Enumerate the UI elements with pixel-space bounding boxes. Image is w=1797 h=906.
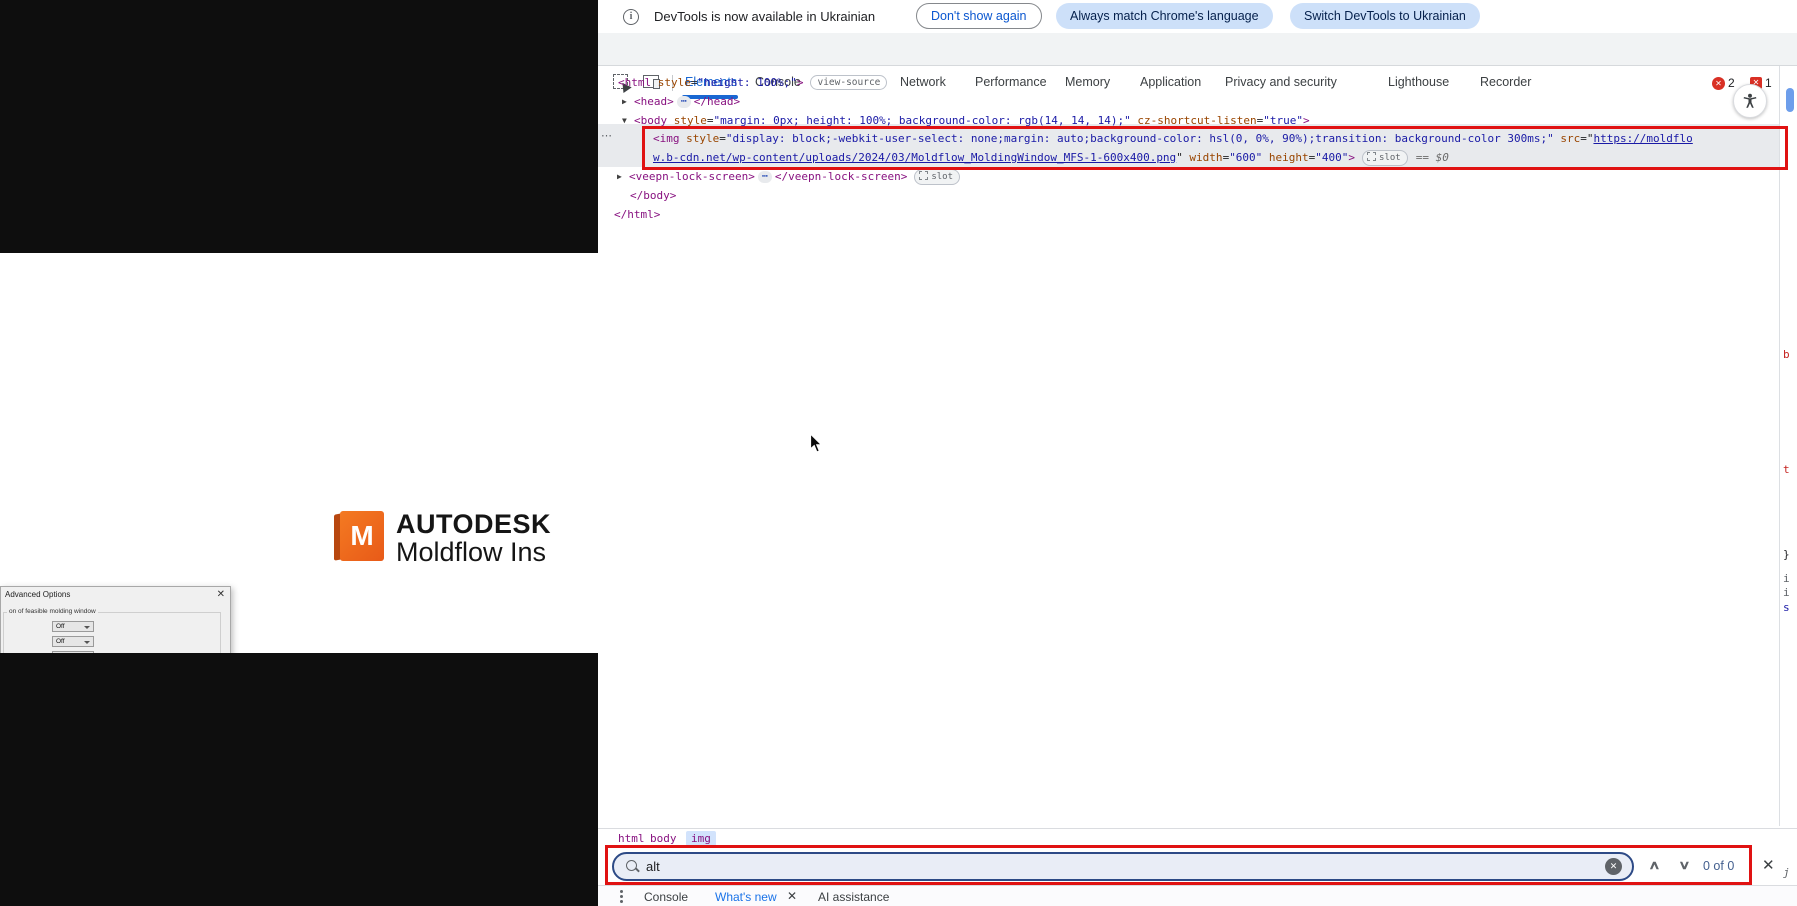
dom-tree-line[interactable]: <img style="display: block;-webkit-user-… — [653, 129, 1693, 148]
drawer-tab-ai-assistance[interactable]: AI assistance — [818, 890, 889, 904]
styles-pane-fragment: i — [1783, 586, 1790, 599]
styles-pane-fragment: } — [1783, 548, 1790, 561]
row-dropdown[interactable]: Off — [52, 636, 94, 647]
devtools-tabbar: ✕ 2 ✕ 1 ElementsConsoleSourcesNetworkPer… — [598, 33, 1797, 99]
expand-arrow-icon[interactable]: ▼ — [622, 111, 634, 130]
search-icon — [626, 860, 637, 871]
devtools-panel: i DevTools is now available in Ukrainian… — [598, 0, 1797, 906]
search-input[interactable]: alt ✕ — [612, 852, 1634, 881]
dom-tree-line[interactable]: </body> — [630, 186, 676, 205]
slot-badge[interactable]: slot — [1362, 150, 1408, 166]
styles-pane-fragment: i — [1783, 572, 1790, 585]
dom-tree-line[interactable]: w.b-cdn.net/wp-content/uploads/2024/03/M… — [653, 148, 1449, 167]
next-match-icon[interactable]: ∨ — [1678, 858, 1690, 872]
advanced-options-dialog: Advanced Options ✕ on of feasible moldin… — [0, 586, 231, 653]
collapsed-children-icon[interactable]: ⋯ — [676, 96, 691, 108]
group-label: on of feasible molding window — [7, 608, 98, 615]
breadcrumb-item-html[interactable]: html — [618, 832, 645, 845]
dialog-group: on of feasible molding windowOffOffrop l… — [3, 608, 221, 653]
info-icon: i — [623, 9, 639, 25]
accessibility-icon — [1743, 93, 1757, 108]
styles-pane-fragment: b — [1783, 348, 1790, 361]
previous-match-icon[interactable]: ∧ — [1648, 858, 1660, 872]
styles-pane-fragment: s — [1783, 601, 1790, 614]
accessibility-button[interactable] — [1733, 84, 1767, 118]
dom-tree-line[interactable]: <html style="height: 100%;"> view-source — [618, 73, 888, 92]
styles-pane-fragment: t — [1783, 463, 1790, 476]
dialog-row: rop limitOff — [4, 651, 220, 653]
dont-show-again-button[interactable]: Don't show again — [916, 3, 1042, 29]
breadcrumb: html body img — [598, 828, 1797, 848]
dialog-row: Off — [4, 621, 220, 633]
dom-tree-line[interactable]: ▼ <body style="margin: 0px; height: 100%;… — [622, 111, 1310, 130]
dom-tree-line[interactable]: ▶ <head> ⋯ </head> — [622, 92, 740, 111]
dom-tree: ⋯ <html style="height: 100%;"> view-sourc… — [598, 66, 1779, 826]
switch-to-ukrainian-button[interactable]: Switch DevTools to Ukrainian — [1290, 3, 1480, 29]
screenshot-stage: M AUTODESK Moldflow Ins Advanced Options… — [0, 0, 1797, 906]
slot-inspect-icon — [1367, 152, 1377, 161]
breadcrumb-item-body[interactable]: body — [650, 832, 677, 845]
dialog-row: Off — [4, 636, 220, 648]
brand-autodesk: AUTODESK — [396, 509, 552, 539]
slot-badge[interactable]: slot — [914, 169, 961, 185]
view-source-badge[interactable]: view-source — [810, 75, 888, 90]
dialog-close-icon[interactable]: ✕ — [217, 589, 225, 600]
styles-pane-divider[interactable] — [1779, 66, 1780, 826]
slot-inspect-icon — [919, 171, 929, 180]
dom-tree-line[interactable]: </html> — [614, 205, 660, 224]
dom-search-row: alt ✕ ∧ ∨ 0 of 0 ✕ — [598, 848, 1797, 885]
moldflow-image: M AUTODESK Moldflow Ins Advanced Options… — [0, 253, 598, 653]
drawer-tabbar: Console What's new ✕ AI assistance — [598, 885, 1797, 906]
expand-arrow-icon[interactable]: ▶ — [622, 92, 634, 111]
dom-hover-menu-icon[interactable]: ⋯ — [601, 129, 613, 142]
drawer-menu-icon[interactable] — [620, 890, 623, 893]
search-query-text: alt — [646, 859, 660, 874]
notification-text: DevTools is now available in Ukrainian — [654, 9, 876, 24]
drawer-tab-what-s-new[interactable]: What's new — [715, 890, 777, 904]
dialog-title: Advanced Options — [5, 590, 71, 599]
clear-search-icon[interactable]: ✕ — [1605, 858, 1622, 875]
close-drawer-tab-icon[interactable]: ✕ — [787, 889, 797, 903]
logo-letter: M — [340, 511, 384, 561]
styles-pane-fragment: j — [1783, 866, 1790, 879]
expand-arrow-icon[interactable]: ▶ — [617, 167, 629, 186]
scrollbar-thumb[interactable] — [1786, 88, 1794, 112]
collapsed-children-icon[interactable]: ⋯ — [757, 171, 772, 183]
breadcrumb-item-img[interactable]: img — [686, 831, 716, 846]
always-match-language-button[interactable]: Always match Chrome's language — [1056, 3, 1273, 29]
notification-bar: i DevTools is now available in Ukrainian… — [598, 0, 1797, 33]
row-dropdown[interactable]: Off — [52, 621, 94, 632]
close-search-icon[interactable]: ✕ — [1762, 856, 1775, 874]
row-dropdown[interactable]: Off — [52, 651, 94, 653]
dom-tree-line[interactable]: ▶ <veepn-lock-screen> ⋯ </veepn-lock-screen… — [617, 167, 961, 186]
mouse-cursor — [809, 432, 824, 459]
match-count: 0 of 0 — [1703, 859, 1735, 873]
brand-moldflow: Moldflow Ins — [396, 537, 547, 567]
drawer-tab-console[interactable]: Console — [644, 890, 688, 904]
autodesk-moldflow-logo-icon: M — [334, 511, 384, 561]
